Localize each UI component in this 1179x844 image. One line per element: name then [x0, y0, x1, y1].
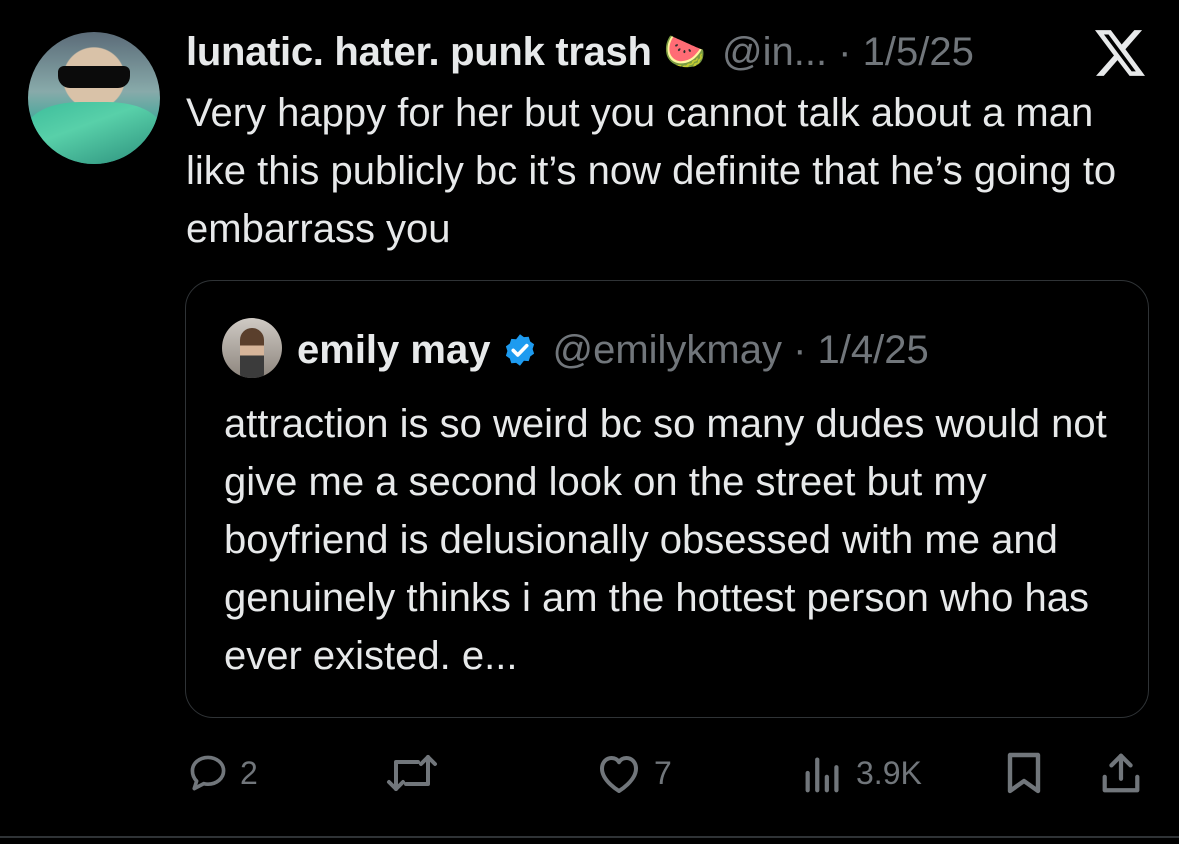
heart-icon [600, 756, 638, 793]
bookmark-icon [1007, 752, 1041, 794]
views-count: 3.9K [856, 754, 922, 791]
divider [0, 836, 1179, 838]
tweet-actions-bar: 2 7 3.9K [0, 748, 1179, 798]
repost-icon [387, 755, 437, 791]
watermelon-emoji: 🍉 [663, 33, 706, 71]
quoted-tweet-text: attraction is so weird bc so many dudes … [224, 402, 1107, 678]
like-button[interactable]: 7 [594, 748, 672, 798]
tweet-text: Very happy for her but you cannot talk a… [186, 91, 1117, 251]
like-count: 7 [654, 754, 672, 791]
share-button[interactable] [1098, 748, 1144, 798]
author-avatar[interactable] [28, 32, 160, 164]
reply-button[interactable]: 2 [186, 748, 258, 798]
avatar-scarf [28, 102, 160, 164]
quoted-handle-date[interactable]: @emilykmay · 1/4/25 [552, 328, 928, 373]
repost-button[interactable] [384, 748, 440, 798]
quoted-author-avatar[interactable] [222, 318, 282, 378]
views-button[interactable]: 3.9K [800, 748, 922, 798]
avatar-figure [240, 328, 264, 378]
author-handle-date[interactable]: @in... · 1/5/25 [722, 30, 974, 75]
share-icon [1102, 753, 1140, 793]
author-name[interactable]: lunatic. hater. punk trash [186, 30, 652, 75]
verified-badge-icon [506, 334, 535, 366]
quoted-tweet-header: emily may @emilykmay · 1/4/25 [297, 319, 929, 381]
quoted-tweet-card[interactable]: emily may @emilykmay · 1/4/25 attraction… [185, 280, 1149, 718]
x-logo-icon[interactable] [1095, 30, 1145, 76]
reply-count: 2 [240, 754, 258, 791]
tweet-header: lunatic. hater. punk trash 🍉 @in... · 1/… [186, 24, 1166, 80]
views-chart-icon [805, 757, 839, 793]
reply-icon [190, 755, 226, 791]
avatar-glasses [58, 66, 130, 88]
quoted-author-name[interactable]: emily may [297, 328, 490, 373]
bookmark-button[interactable] [1004, 748, 1044, 798]
